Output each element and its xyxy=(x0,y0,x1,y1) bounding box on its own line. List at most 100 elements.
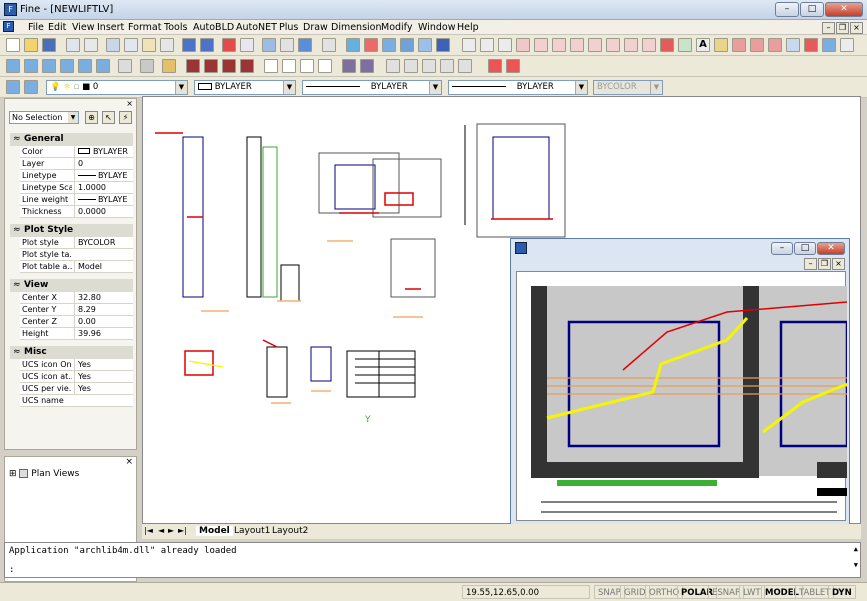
move-icon[interactable] xyxy=(804,38,818,52)
print-icon[interactable] xyxy=(66,38,80,52)
mdi-minimize-button[interactable]: – xyxy=(822,22,835,34)
arrow-down-icon[interactable] xyxy=(506,59,520,73)
maximize-button[interactable]: □ xyxy=(800,2,824,17)
layer-manager-icon[interactable] xyxy=(6,80,20,94)
hide-icon[interactable] xyxy=(422,59,436,73)
layer-previous-icon[interactable] xyxy=(24,80,38,94)
menu-tools[interactable]: Tools xyxy=(164,22,187,33)
save-icon[interactable] xyxy=(42,38,56,52)
expand-icon[interactable]: ⊞ xyxy=(9,469,17,479)
ellipse-icon[interactable] xyxy=(624,38,638,52)
zoom-subwindow[interactable]: – □ ✕ – ❐ × xyxy=(510,238,850,525)
undo-icon[interactable] xyxy=(182,38,196,52)
redo-icon[interactable] xyxy=(200,38,214,52)
polyline-icon[interactable] xyxy=(516,38,530,52)
tab-nav-next[interactable]: ► xyxy=(168,526,174,535)
plotstyle-combo[interactable]: BYCOLOR ▼ xyxy=(593,80,663,95)
mirror-icon[interactable] xyxy=(750,38,764,52)
section-icon[interactable] xyxy=(118,59,132,73)
arc-icon[interactable] xyxy=(570,38,584,52)
light-icon[interactable] xyxy=(458,59,472,73)
match-properties-icon[interactable] xyxy=(160,38,174,52)
tab-nav-last[interactable]: ►| xyxy=(178,526,187,535)
tab-layout2[interactable]: Layout2 xyxy=(272,526,308,536)
rectangle-icon[interactable] xyxy=(552,38,566,52)
preview-icon[interactable] xyxy=(84,38,98,52)
ucs-world-icon[interactable] xyxy=(360,59,374,73)
viewports-icon[interactable] xyxy=(264,59,278,73)
menu-insert[interactable]: Insert xyxy=(97,22,124,33)
zoom-realtime-icon[interactable] xyxy=(346,38,360,52)
pickadd-toggle-icon[interactable]: ⚡ xyxy=(119,111,132,124)
pan-icon[interactable] xyxy=(322,38,336,52)
zoom-all-icon[interactable] xyxy=(418,38,432,52)
prop-row[interactable]: Center Y 8.29 xyxy=(20,304,133,316)
zoom-window-icon[interactable] xyxy=(364,38,378,52)
prop-row[interactable]: Thickness 0.0000 xyxy=(20,206,133,218)
prop-row[interactable]: Line weight BYLAYE xyxy=(20,194,133,206)
tab-model[interactable]: Model xyxy=(196,526,233,536)
tab-nav-first[interactable]: |◄ xyxy=(144,526,153,535)
menu-view[interactable]: View xyxy=(72,22,95,33)
prop-row[interactable]: UCS name xyxy=(20,395,133,407)
menu-dimension[interactable]: Dimension xyxy=(331,22,382,33)
shade-icon[interactable] xyxy=(404,59,418,73)
subwindow-minimize-button[interactable]: – xyxy=(771,242,793,255)
door-icon[interactable] xyxy=(24,59,38,73)
prop-row[interactable]: Plot style ta... xyxy=(20,249,133,261)
check-icon[interactable] xyxy=(222,38,236,52)
prop-row[interactable]: Color BYLAYER xyxy=(20,146,133,158)
tab-nav-prev[interactable]: ◄ xyxy=(158,526,164,535)
mail-icon[interactable] xyxy=(240,38,254,52)
app-icon[interactable]: F xyxy=(4,3,17,16)
multiline-icon[interactable] xyxy=(498,38,512,52)
coordinate-readout[interactable]: 19.55,12.65,0.00 xyxy=(462,585,590,599)
copy-icon[interactable] xyxy=(124,38,138,52)
tab-layout1[interactable]: Layout1 xyxy=(234,526,270,536)
prop-row[interactable]: UCS icon On Yes xyxy=(20,359,133,371)
menu-edit[interactable]: Edit xyxy=(48,22,66,33)
frame-icon[interactable] xyxy=(300,59,314,73)
mdi-close-button[interactable]: × xyxy=(850,22,863,34)
section-general[interactable]: General xyxy=(10,133,133,146)
named-views-icon[interactable] xyxy=(318,59,332,73)
linetype-combo[interactable]: BYLAYER ▼ xyxy=(302,80,442,95)
panel-close-icon[interactable]: × xyxy=(125,457,133,467)
selection-combo[interactable]: No Selection ▼ xyxy=(9,111,79,124)
command-line[interactable]: Application "archlib4m.dll" already load… xyxy=(4,542,861,578)
subwindow-mdi-minimize-button[interactable]: – xyxy=(804,258,817,270)
menu-format[interactable]: Format xyxy=(128,22,161,33)
erase-icon[interactable] xyxy=(714,38,728,52)
make-block-icon[interactable] xyxy=(660,38,674,52)
scroll-up-icon[interactable]: ▲ xyxy=(854,545,858,553)
prop-row[interactable]: UCS icon at... Yes xyxy=(20,371,133,383)
toggle-dyn[interactable]: DYN xyxy=(828,585,856,599)
rotate-icon[interactable] xyxy=(822,38,836,52)
circle-icon[interactable] xyxy=(588,38,602,52)
mdi-restore-button[interactable]: ❐ xyxy=(836,22,849,34)
menu-autobld[interactable]: AutoBLD xyxy=(193,22,234,33)
measure-icon[interactable] xyxy=(280,38,294,52)
pencil-icon[interactable] xyxy=(262,38,276,52)
slab-icon[interactable] xyxy=(96,59,110,73)
scale-icon[interactable] xyxy=(840,38,854,52)
quick-select-icon[interactable]: ⊕ xyxy=(85,111,98,124)
render-icon[interactable] xyxy=(162,59,176,73)
offset-icon[interactable] xyxy=(768,38,782,52)
subwindow-close-button[interactable]: ✕ xyxy=(817,242,845,255)
text-icon[interactable]: A xyxy=(696,38,710,52)
single-viewport-icon[interactable] xyxy=(282,59,296,73)
prop-row[interactable]: Center Z 0.00 xyxy=(20,316,133,328)
stair-icon[interactable] xyxy=(60,59,74,73)
insert-block-icon[interactable] xyxy=(642,38,656,52)
cut-icon[interactable] xyxy=(106,38,120,52)
subwindow-canvas[interactable] xyxy=(516,271,849,521)
scroll-down-icon[interactable]: ▼ xyxy=(854,561,858,569)
tree-item-plan-views[interactable]: ⊞ Plan Views xyxy=(9,469,79,479)
view-front-icon[interactable] xyxy=(204,59,218,73)
zoom-extents-icon[interactable] xyxy=(400,38,414,52)
polygon-icon[interactable] xyxy=(534,38,548,52)
copy-object-icon[interactable] xyxy=(732,38,746,52)
section-misc[interactable]: Misc xyxy=(10,346,133,359)
color-combo[interactable]: BYLAYER ▼ xyxy=(194,80,296,95)
